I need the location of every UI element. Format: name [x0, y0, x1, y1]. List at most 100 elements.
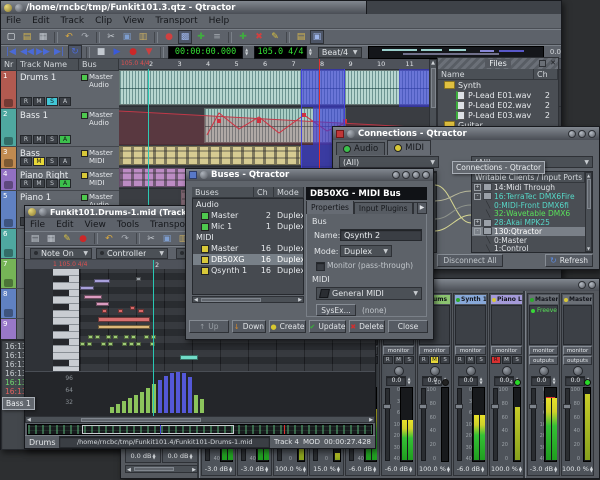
midi-note[interactable] — [87, 342, 92, 346]
buses-hscrollbar[interactable]: ◀ ▶ — [192, 296, 304, 303]
piano-key[interactable] — [53, 346, 79, 353]
scroll-handle[interactable] — [134, 467, 174, 471]
monitor-checkbox[interactable] — [316, 262, 325, 271]
undo-icon[interactable]: ↶ — [62, 30, 76, 44]
piano-key[interactable] — [53, 283, 79, 290]
fader-groove[interactable] — [493, 388, 498, 461]
pan-knob[interactable] — [466, 366, 476, 376]
create-button[interactable]: ●Create — [269, 320, 306, 333]
buses-titlebar[interactable]: Buses - Qtractor — [186, 169, 433, 181]
gain-value[interactable]: 100.0 % — [491, 465, 518, 473]
mixer-strip[interactable]: Master OuFreeverb (monitoroutputs0.0▲▼03… — [527, 293, 560, 476]
file-item[interactable]: P-Lead E01.wav2 — [438, 90, 558, 100]
print-icon[interactable]: ▤ — [28, 232, 42, 246]
tab-midi[interactable]: MIDI — [387, 140, 431, 155]
midi-note[interactable] — [98, 317, 150, 322]
track-row[interactable]: 3BassRMSAMasterMIDI — [1, 147, 119, 169]
velocity-bar[interactable] — [164, 376, 168, 413]
midi-note[interactable] — [113, 335, 118, 339]
midi-note[interactable] — [136, 277, 141, 281]
buses-col-mode[interactable]: Mode — [274, 187, 304, 198]
gain-value[interactable]: 0.0 dB — [130, 452, 151, 460]
gain-spinner[interactable]: ▲▼ — [409, 466, 412, 473]
bus-tab-properties[interactable]: Properties — [306, 201, 354, 214]
combo-controller[interactable]: Controller▼ — [96, 248, 168, 259]
bus-row[interactable]: Qsynth 116Duplex — [193, 265, 303, 276]
gain-value[interactable]: 100.0 % — [562, 465, 589, 473]
midi-note[interactable] — [129, 342, 134, 346]
bus-tab-input-plugins[interactable]: Input Plugins — [354, 202, 413, 214]
outputs-button[interactable]: outputs — [529, 356, 558, 365]
file-item[interactable]: Synth — [438, 80, 558, 90]
snap-combo[interactable]: Beat/4▼ — [318, 47, 362, 58]
midi-note[interactable] — [80, 342, 85, 346]
expander-icon[interactable]: + — [474, 219, 481, 226]
connections-maximize-button[interactable] — [578, 130, 586, 138]
strip-m-button[interactable]: M — [466, 356, 476, 364]
gain-value[interactable]: 15.0 % — [313, 465, 336, 473]
track-a-button[interactable]: A — [59, 97, 71, 106]
pan-value[interactable]: 0.0 — [458, 376, 478, 386]
files-col-name[interactable]: Name — [438, 69, 534, 80]
gain-value[interactable]: 100.0 % — [419, 465, 446, 473]
refresh-button[interactable]: ↻ Refresh — [545, 254, 593, 267]
pan-knob[interactable] — [502, 366, 512, 376]
midi-note[interactable] — [138, 309, 144, 313]
files-close-icon[interactable]: ✕ — [550, 59, 556, 67]
fader-groove[interactable] — [531, 388, 536, 461]
midi-note[interactable] — [180, 355, 198, 360]
midi-note[interactable] — [136, 342, 141, 346]
velocity-bar[interactable] — [170, 373, 174, 413]
piano-black-key[interactable] — [53, 304, 69, 310]
save-icon[interactable]: ▦ — [44, 232, 58, 246]
gain-spinner[interactable]: ▲▼ — [229, 466, 232, 473]
velocity-bars[interactable] — [80, 372, 375, 415]
connections-input-scrollbar[interactable]: ▲ ▼ — [585, 172, 592, 252]
piano-key[interactable] — [53, 290, 79, 297]
connections-close-button[interactable] — [588, 130, 596, 138]
gain-spinner[interactable]: ▲▼ — [152, 453, 155, 460]
strip-header[interactable]: Master Ou — [563, 295, 592, 304]
velocity-bar[interactable] — [200, 399, 204, 413]
midi-note[interactable] — [122, 342, 127, 346]
connections-filter-left[interactable]: (All)▼ — [339, 156, 439, 168]
fader-handle[interactable] — [419, 404, 427, 409]
strip-s-button[interactable]: S — [476, 356, 486, 364]
strip-r-button[interactable]: R — [383, 356, 393, 364]
plugin-active-icon[interactable] — [531, 309, 535, 313]
piano-key[interactable] — [53, 360, 79, 367]
pan-spinner[interactable]: ▲▼ — [552, 377, 555, 384]
mixer-strip[interactable]: Piano LeftmonitorRMS0.0▲▼100806040200410… — [489, 293, 524, 476]
midi-menu-tools[interactable]: Tools — [117, 220, 139, 230]
midi-note[interactable] — [98, 325, 150, 329]
delete-button[interactable]: ✖Delete — [349, 320, 385, 333]
midi-note[interactable] — [130, 306, 135, 310]
gain-spinner[interactable]: ▲▼ — [554, 466, 557, 473]
cut-icon[interactable]: ✂ — [144, 232, 158, 246]
mixer-strip[interactable]: Synth 1monitorRMS0.0▲▼03610203040-6.0 dB… — [453, 293, 488, 476]
main-titlebar[interactable]: /home/rncbc/tmp/Funkit101.3.qtz - Qtract… — [1, 1, 561, 14]
velocity-bar[interactable] — [188, 377, 192, 413]
pan-value[interactable]: 0.0 — [386, 376, 406, 386]
velocity-bar[interactable] — [146, 388, 150, 413]
down-button[interactable]: ↓Down — [232, 320, 266, 333]
strip-s-button[interactable]: S — [512, 356, 522, 364]
snap-icon[interactable]: ▩ — [178, 30, 192, 44]
midi-note[interactable] — [102, 309, 107, 313]
gain-spinner[interactable]: ▲▼ — [303, 466, 306, 473]
velocity-bar[interactable] — [182, 373, 186, 413]
track-row[interactable]: 2Bass 1RMSAMasterAudio — [1, 109, 119, 147]
tempo-spinner[interactable]: ▲▼ — [309, 48, 312, 56]
strip-m-button[interactable]: M — [502, 356, 512, 364]
fader-handle[interactable] — [491, 404, 499, 409]
stop-icon[interactable]: ■ — [94, 45, 108, 59]
velocity-bar[interactable] — [176, 371, 180, 413]
disconnect-all-button[interactable]: Disconnect All — [437, 254, 503, 267]
pan-spinner[interactable]: ▲▼ — [407, 377, 410, 384]
port-item[interactable]: ╲0:Master — [472, 236, 585, 245]
files-dock-titlebar[interactable]: Files ✕ — [438, 58, 558, 69]
combo-note-on[interactable]: Note On▼ — [30, 248, 92, 259]
midi-note[interactable] — [108, 342, 113, 346]
gain-spinner[interactable]: ▲▼ — [519, 466, 522, 473]
track-r-button[interactable]: R — [20, 135, 32, 144]
